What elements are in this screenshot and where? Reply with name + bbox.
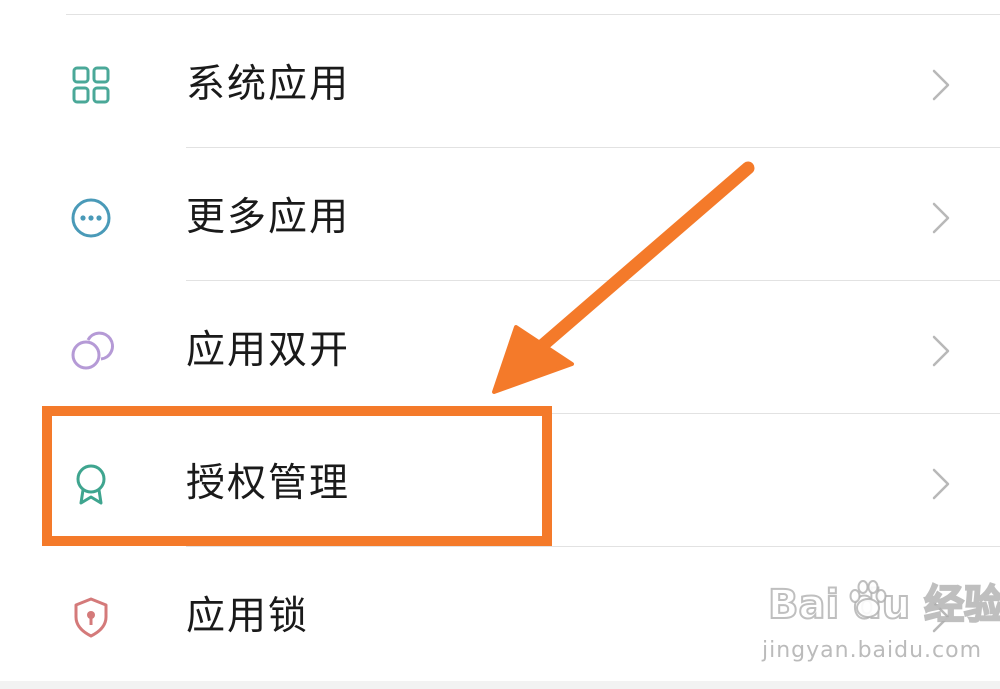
- chevron-right-icon: [926, 331, 956, 371]
- grid-icon: [66, 60, 116, 110]
- chevron-right-icon: [926, 65, 956, 105]
- settings-screen: 系统应用 更多应用 应用双开 授权管理 应用锁 Bai du 经验 jingya…: [0, 0, 1000, 689]
- settings-item-app-lock[interactable]: 应用锁: [0, 547, 1000, 680]
- settings-item-label: 系统应用: [186, 62, 351, 107]
- settings-item-label: 授权管理: [186, 461, 351, 506]
- settings-item-label: 更多应用: [186, 195, 351, 240]
- settings-item-authorization-management[interactable]: 授权管理: [0, 414, 1000, 547]
- more-dots-icon: [66, 193, 116, 243]
- settings-item-system-apps[interactable]: 系统应用: [0, 15, 1000, 148]
- chevron-right-icon: [926, 198, 956, 238]
- chevron-right-icon: [926, 597, 956, 637]
- settings-item-label: 应用锁: [186, 594, 310, 639]
- bottom-strip: [0, 681, 1000, 689]
- settings-item-more-apps[interactable]: 更多应用: [0, 148, 1000, 281]
- shield-lock-icon: [66, 592, 116, 642]
- badge-award-icon: [66, 459, 116, 509]
- settings-item-dual-apps[interactable]: 应用双开: [0, 281, 1000, 414]
- settings-list: 系统应用 更多应用 应用双开 授权管理 应用锁: [0, 15, 1000, 680]
- dual-circles-icon: [66, 326, 116, 376]
- chevron-right-icon: [926, 464, 956, 504]
- settings-item-label: 应用双开: [186, 328, 351, 373]
